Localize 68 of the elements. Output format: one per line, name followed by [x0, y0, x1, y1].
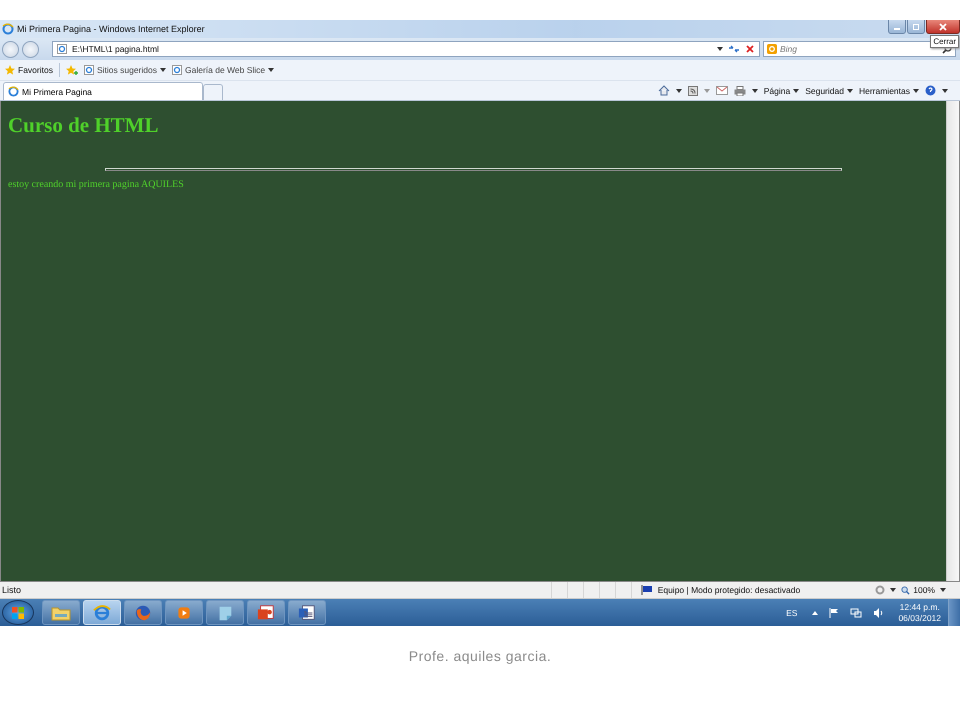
page-heading: Curso de HTML — [8, 113, 160, 138]
browser-icon — [93, 604, 111, 622]
slide-caption: Profe. aquiles garcia. — [408, 648, 552, 664]
dropdown-icon — [160, 68, 166, 72]
dropdown-icon — [793, 88, 800, 92]
add-favorite-icon[interactable] — [66, 65, 78, 75]
clock-date[interactable]: 06/03/2012 — [898, 612, 941, 624]
maximize-icon — [911, 22, 921, 30]
search-provider-icon — [767, 44, 777, 54]
taskbar-app[interactable] — [42, 600, 80, 625]
dropdown-icon[interactable] — [752, 88, 758, 92]
dropdown-icon[interactable] — [942, 88, 948, 92]
magnifier-icon — [901, 586, 910, 594]
windows-logo-icon — [12, 606, 24, 618]
home-icon[interactable] — [658, 85, 670, 96]
browser-tab[interactable]: Mi Primera Pagina — [3, 82, 203, 100]
dropdown-icon[interactable] — [717, 47, 723, 51]
flag-icon[interactable] — [829, 608, 840, 618]
scrollbar[interactable] — [946, 101, 959, 581]
favorites-link[interactable]: Sitios sugeridos — [84, 65, 166, 75]
dropdown-icon[interactable] — [940, 588, 946, 592]
feed-icon[interactable] — [688, 86, 698, 96]
security-zone-text: Equipo | Modo protegido: desactivado — [658, 585, 800, 595]
play-icon — [177, 606, 191, 620]
close-tooltip: Cerrar — [930, 35, 959, 48]
dropdown-icon — [268, 68, 274, 72]
folder-icon — [51, 604, 71, 620]
document-icon — [298, 604, 316, 622]
page-icon — [84, 65, 94, 75]
minimize-button[interactable] — [888, 20, 906, 34]
mail-icon[interactable] — [716, 86, 728, 95]
dropdown-icon[interactable] — [676, 88, 682, 92]
command-menu[interactable]: Herramientas — [858, 86, 919, 96]
show-hidden-icons-icon[interactable] — [812, 610, 818, 614]
zoom-button[interactable]: 100% — [901, 585, 935, 595]
help-icon[interactable] — [925, 85, 936, 96]
dropdown-icon — [846, 88, 853, 92]
language-indicator[interactable]: ES — [786, 608, 798, 618]
favorites-link[interactable]: Galería de Web Slice — [172, 65, 274, 75]
close-button[interactable] — [926, 20, 960, 34]
browser-icon — [8, 86, 19, 97]
network-icon[interactable] — [850, 608, 862, 618]
window-title: Mi Primera Pagina - Windows Internet Explorer — [17, 24, 205, 34]
clock-time[interactable]: 12:44 p.m. — [900, 602, 940, 612]
address-field[interactable]: E:\HTML\1 pagina.html — [52, 41, 760, 57]
print-icon[interactable] — [734, 86, 746, 96]
start-button[interactable] — [2, 600, 34, 625]
favorites-button[interactable]: Favoritos — [5, 65, 53, 75]
stop-icon[interactable] — [745, 44, 755, 54]
command-menu[interactable]: Seguridad — [805, 86, 853, 96]
maximize-button[interactable] — [907, 20, 925, 34]
status-text: Listo — [2, 585, 22, 595]
taskbar-app[interactable] — [288, 600, 326, 625]
presentation-icon — [257, 604, 275, 622]
dropdown-icon[interactable] — [890, 588, 896, 592]
fox-globe-icon — [134, 604, 152, 622]
command-menu[interactable]: Página — [764, 86, 800, 96]
flag-icon — [640, 585, 653, 595]
taskbar-app[interactable] — [247, 600, 285, 625]
page-icon — [57, 44, 67, 54]
star-icon — [5, 65, 15, 75]
page-paragraph: estoy creando mi primera pagina AQUILES — [8, 179, 185, 190]
dropdown-icon — [913, 88, 919, 92]
page-icon — [172, 65, 182, 75]
close-icon — [938, 22, 948, 30]
taskbar-app[interactable] — [206, 600, 244, 625]
refresh-icon[interactable] — [728, 44, 740, 54]
browser-icon — [2, 23, 14, 35]
